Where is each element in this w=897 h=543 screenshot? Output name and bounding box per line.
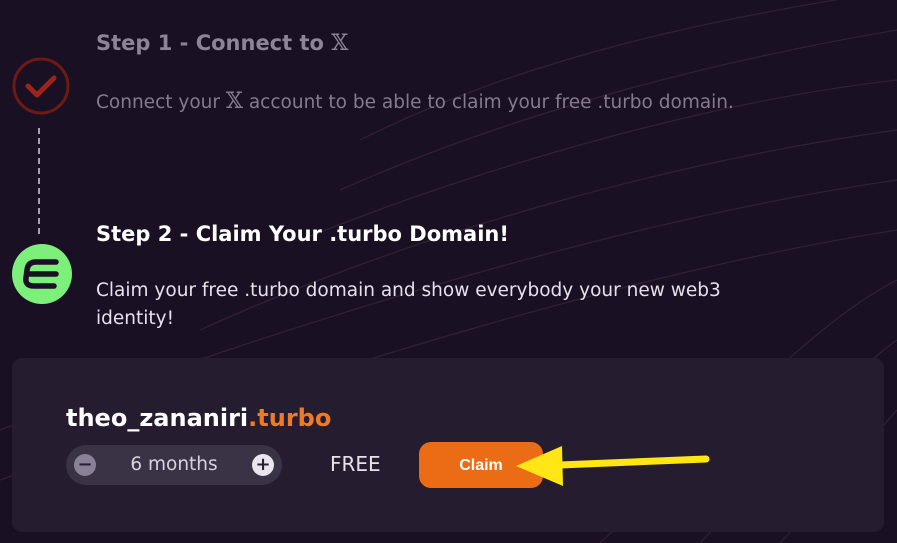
annotation-arrow-icon [516, 446, 710, 486]
claim-domain-page: Step 1 - Connect to 𝕏 Connect your 𝕏 acc… [0, 0, 897, 543]
